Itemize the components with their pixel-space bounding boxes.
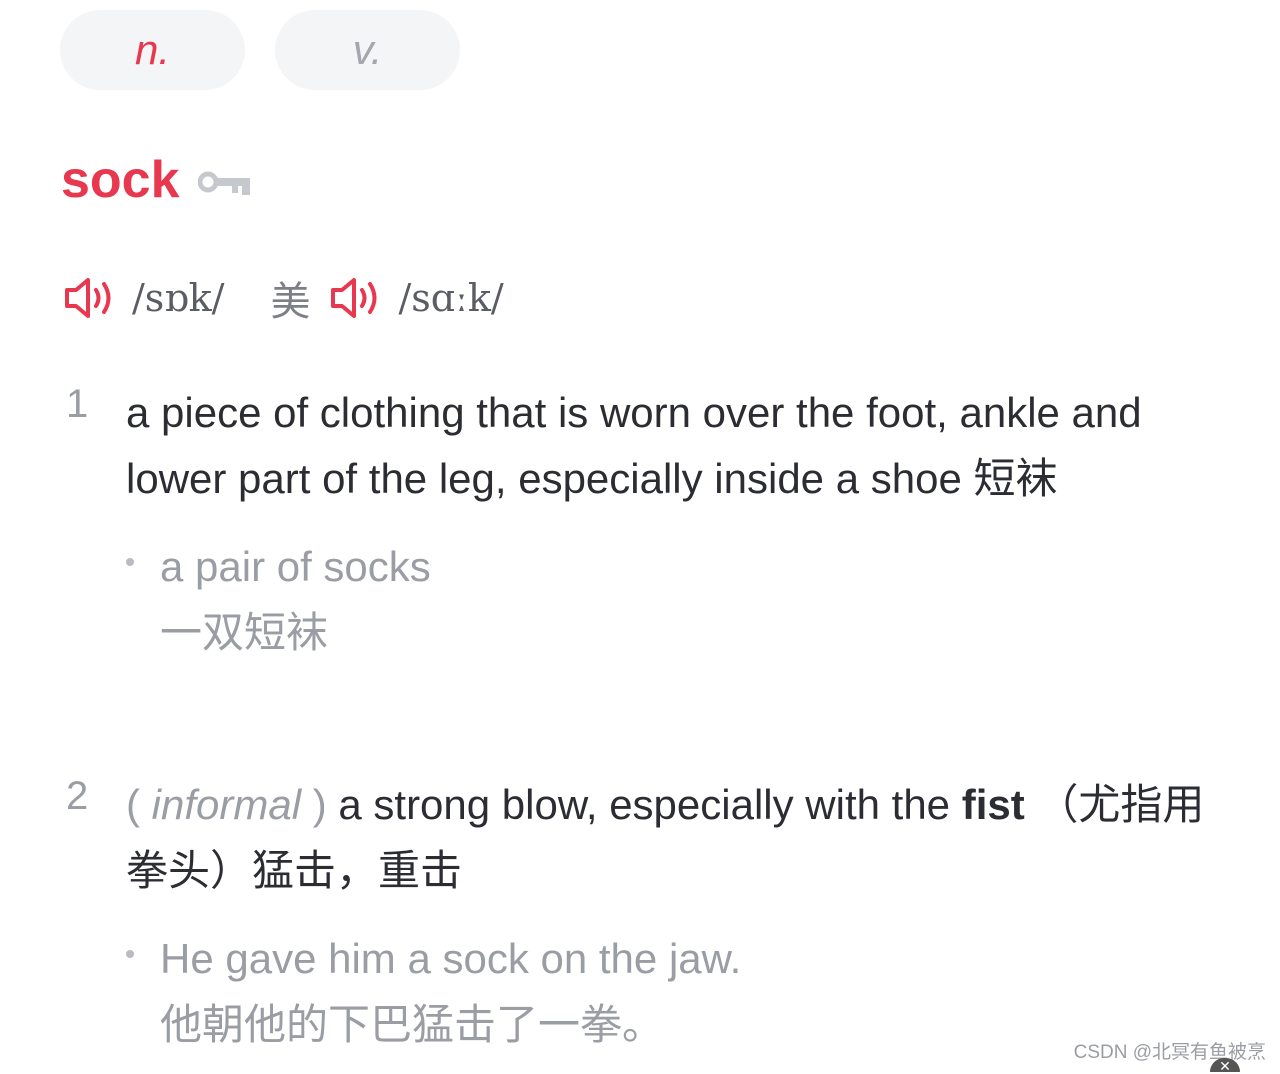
- bullet-icon: [126, 950, 134, 958]
- watermark: CSDN @北冥有鱼被烹: [1073, 1042, 1266, 1063]
- phonetic-uk: /sɒk/: [132, 276, 225, 320]
- pronunciation-row: /sɒk/ 美 /sɑːk/: [64, 270, 504, 326]
- example-en: He gave him a sock on the jaw.: [160, 935, 742, 982]
- speaker-uk-icon[interactable]: [64, 276, 118, 320]
- sense-definition: a piece of clothing that is worn over th…: [126, 380, 1226, 512]
- example: a pair of socks 一双短袜: [126, 534, 1226, 666]
- bullet-icon: [126, 558, 134, 566]
- example: He gave him a sock on the jaw. 他朝他的下巴猛击了…: [126, 926, 1226, 1058]
- sense-definition: ( informal ) a strong blow, especially w…: [126, 772, 1226, 904]
- sense-number: 1: [66, 382, 89, 426]
- pos-tabs: n. v.: [60, 10, 460, 90]
- sense-number: 2: [66, 774, 89, 818]
- tab-noun[interactable]: n.: [60, 10, 245, 90]
- sense-1: 1 a piece of clothing that is worn over …: [66, 380, 1226, 666]
- definition-en: a strong blow, especially with the: [338, 781, 951, 828]
- phonetic-us: /sɑːk/: [398, 276, 504, 320]
- speaker-us-icon[interactable]: [330, 276, 384, 320]
- example-cn: 一双短袜: [160, 608, 329, 657]
- key-icon: [197, 171, 250, 195]
- definition-bold: fist: [961, 781, 1025, 828]
- headword: sock: [61, 151, 180, 209]
- sense-2: 2 ( informal ) a strong blow, especially…: [66, 772, 1226, 1058]
- example-cn: 他朝他的下巴猛击了一拳。: [160, 1000, 665, 1049]
- register-label: ( informal ): [126, 781, 327, 828]
- example-en: a pair of socks: [160, 543, 431, 590]
- headword-row: sock: [61, 150, 254, 210]
- tab-verb[interactable]: v.: [275, 10, 460, 90]
- definition-cn: 短袜: [973, 454, 1058, 503]
- region-label-us: 美: [270, 280, 311, 324]
